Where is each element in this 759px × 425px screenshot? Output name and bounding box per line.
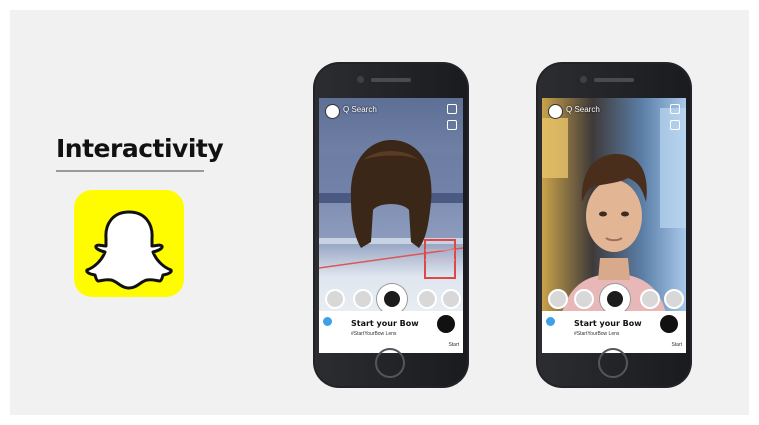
promo-title: Start your Bow <box>574 319 642 328</box>
lens-thumbnail[interactable] <box>353 289 373 309</box>
flash-icon[interactable] <box>447 120 457 130</box>
lens-brand-icon[interactable] <box>437 315 455 333</box>
heading-underline <box>56 170 204 172</box>
camera-screen-hockey: Q Search Start your Bow #StartYourBow Le… <box>319 98 463 353</box>
info-dot-icon <box>323 317 332 326</box>
lens-carousel <box>319 282 463 314</box>
lens-promo-bar: Start your Bow #StartYourBow Lens Start <box>319 311 463 353</box>
promo-subtitle: #StartYourBow Lens <box>351 331 397 337</box>
promo-meta: Start <box>671 342 682 348</box>
speaker-grille <box>594 78 634 82</box>
front-camera <box>580 76 587 83</box>
bitmoji-avatar[interactable] <box>548 104 563 119</box>
flip-camera-icon[interactable] <box>447 104 457 114</box>
slide-heading: Interactivity <box>56 134 224 163</box>
lens-thumbnail[interactable] <box>441 289 461 309</box>
camera-top-bar: Q Search <box>319 98 463 130</box>
camera-top-bar: Q Search <box>542 98 686 130</box>
speaker-grille <box>371 78 411 82</box>
search-label[interactable]: Q Search <box>566 105 600 114</box>
shutter-button[interactable] <box>600 284 630 314</box>
lens-thumbnail[interactable] <box>640 289 660 309</box>
camera-screen-selfie: Q Search Start your Bow #StartYourBow Le… <box>542 98 686 353</box>
promo-title: Start your Bow <box>351 319 419 328</box>
flip-camera-icon[interactable] <box>670 104 680 114</box>
snapchat-ghost-icon <box>74 190 184 297</box>
lens-thumbnail[interactable] <box>548 289 568 309</box>
lens-carousel <box>542 282 686 314</box>
phone-mockup-hockey: Q Search Start your Bow #StartYourBow Le… <box>313 62 469 388</box>
lens-thumbnail[interactable] <box>664 289 684 309</box>
lens-thumbnail[interactable] <box>417 289 437 309</box>
promo-subtitle: #StartYourBow Lens <box>574 331 620 337</box>
phone-mockup-selfie: Q Search Start your Bow #StartYourBow Le… <box>536 62 692 388</box>
bitmoji-avatar[interactable] <box>325 104 340 119</box>
camera-tools <box>670 104 680 144</box>
shutter-button[interactable] <box>377 284 407 314</box>
lens-brand-icon[interactable] <box>660 315 678 333</box>
info-dot-icon <box>546 317 555 326</box>
flash-icon[interactable] <box>670 120 680 130</box>
lens-thumbnail[interactable] <box>325 289 345 309</box>
promo-meta: Start <box>448 342 459 348</box>
home-button <box>375 348 405 378</box>
front-camera <box>357 76 364 83</box>
lens-promo-bar: Start your Bow #StartYourBow Lens Start <box>542 311 686 353</box>
home-button <box>598 348 628 378</box>
search-label[interactable]: Q Search <box>343 105 377 114</box>
lens-thumbnail[interactable] <box>574 289 594 309</box>
camera-tools <box>447 104 457 144</box>
